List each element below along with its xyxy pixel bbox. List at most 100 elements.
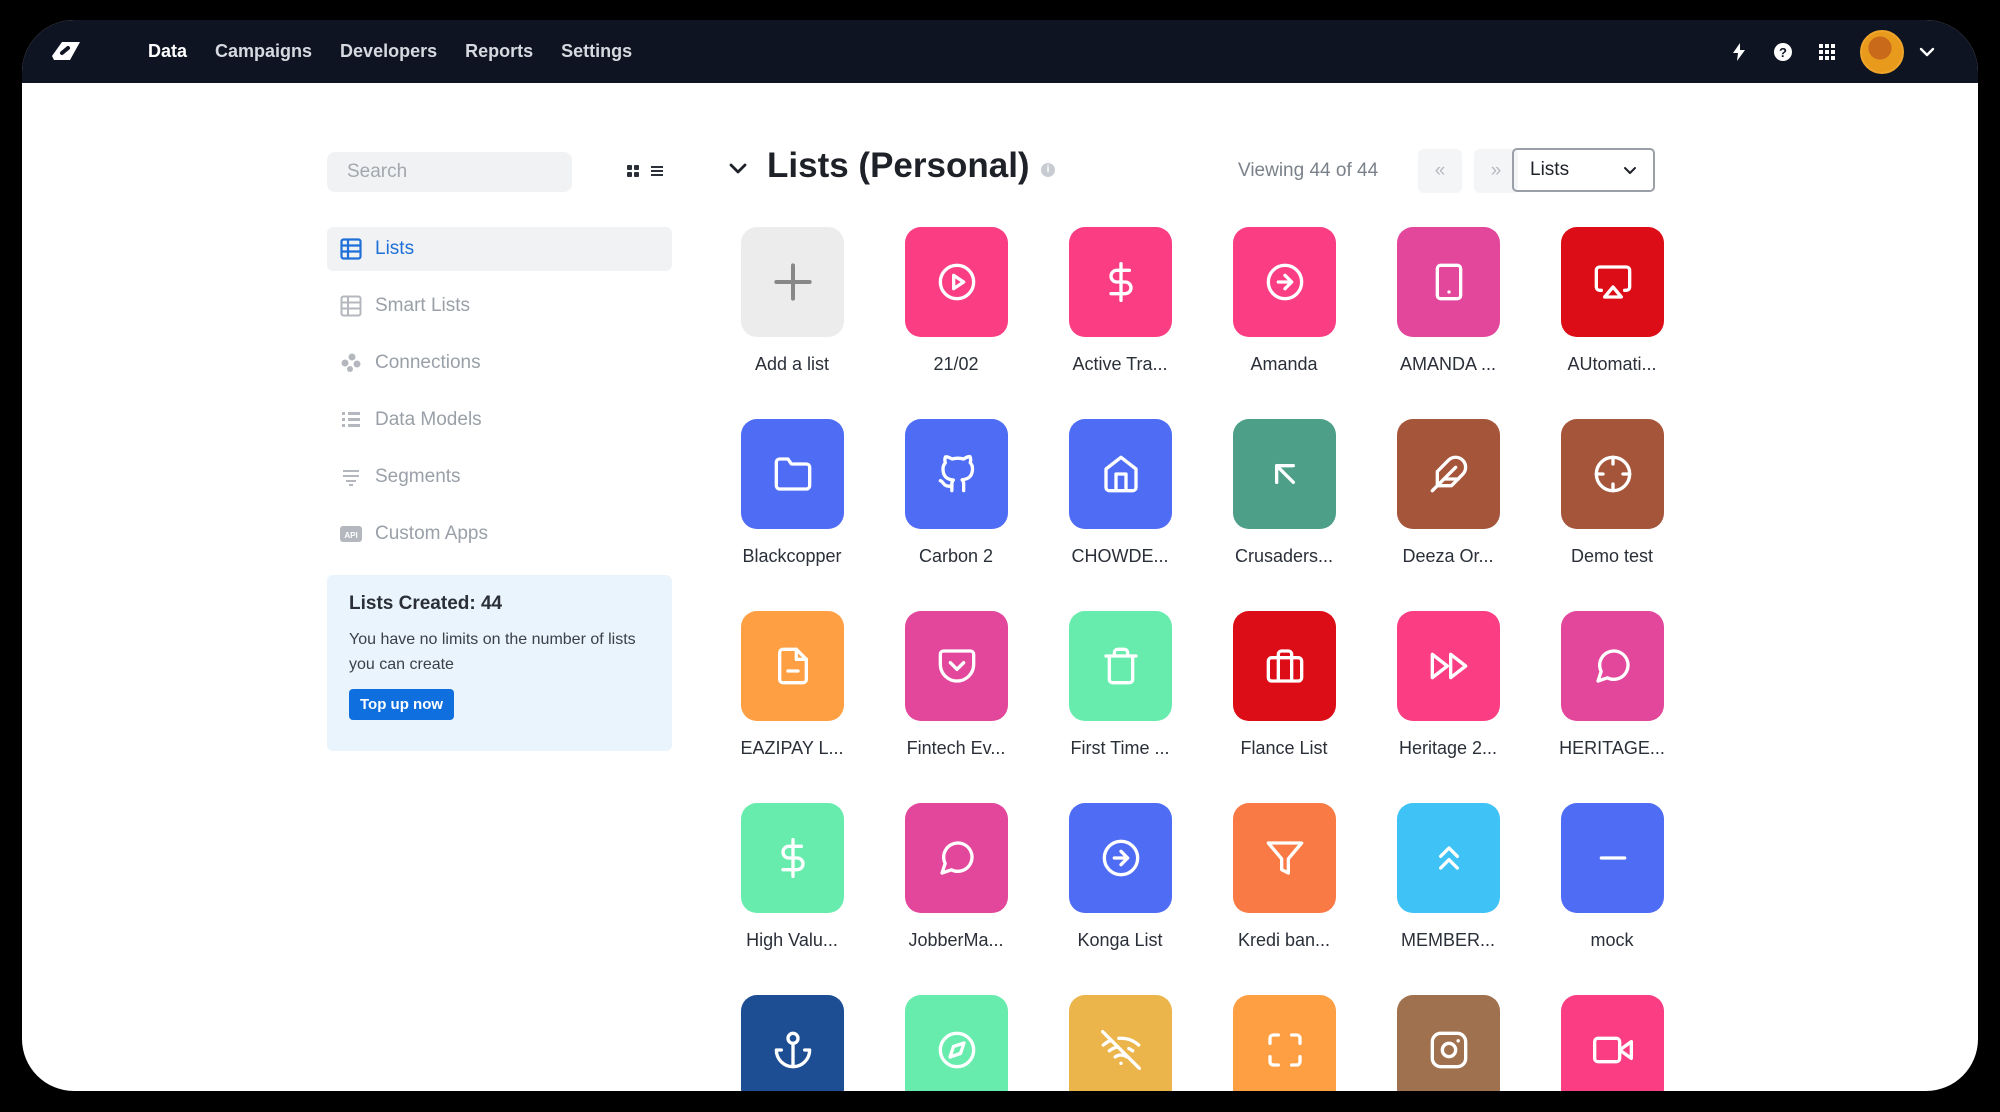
main-nav: Data Campaigns Developers Reports Settin… (148, 20, 632, 83)
list-tile[interactable] (1214, 995, 1354, 1091)
list-icon-box[interactable] (741, 419, 844, 529)
list-tile[interactable]: Flance List (1214, 611, 1354, 781)
list-tile[interactable]: JobberMa... (886, 803, 1026, 973)
list-tile[interactable]: Blackcopper (722, 419, 862, 589)
list-tile[interactable]: Amanda (1214, 227, 1354, 397)
message-circle-icon (939, 841, 974, 875)
list-tile[interactable]: Demo test (1542, 419, 1682, 589)
list-label: Blackcopper (742, 546, 842, 566)
list-icon-box[interactable] (1069, 227, 1172, 337)
list-icon-box[interactable] (1561, 995, 1664, 1091)
grid-view-icon[interactable] (626, 164, 640, 183)
list-icon-box[interactable] (905, 419, 1008, 529)
list-tile[interactable]: mock (1542, 803, 1682, 973)
arrow-right-circle-icon (1266, 263, 1303, 301)
list-tile[interactable]: AUtomati... (1542, 227, 1682, 397)
list-tile[interactable]: 21/02 (886, 227, 1026, 397)
list-icon-box[interactable] (1069, 803, 1172, 913)
list-icon-box[interactable] (905, 227, 1008, 337)
list-icon-box[interactable] (1397, 419, 1500, 529)
help-icon[interactable]: ? (1772, 41, 1794, 63)
maximize-icon (1267, 1033, 1302, 1067)
top-up-button[interactable]: Top up now (349, 689, 455, 720)
avatar[interactable] (1860, 29, 1904, 74)
topbar-actions: ? (1728, 20, 1938, 83)
list-tile[interactable] (886, 995, 1026, 1091)
table-icon (339, 294, 363, 318)
bolt-icon[interactable] (1728, 41, 1750, 63)
list-tile[interactable]: MEMBER... (1378, 803, 1518, 973)
list-icon-box[interactable] (905, 611, 1008, 721)
folder-icon (774, 457, 811, 491)
list-label: Konga List (1077, 930, 1163, 950)
chevron-down-icon[interactable] (1916, 41, 1938, 63)
nav-settings[interactable]: Settings (561, 41, 632, 62)
list-tile[interactable]: Deeza Or... (1378, 419, 1518, 589)
list-icon-box[interactable] (905, 803, 1008, 913)
list-tile[interactable] (1050, 995, 1190, 1091)
list-label: 21/02 (933, 354, 979, 374)
list-tile[interactable] (1378, 995, 1518, 1091)
list-icon-box[interactable] (1069, 995, 1172, 1091)
info-icon[interactable]: i (1041, 163, 1055, 177)
nav-reports[interactable]: Reports (465, 41, 533, 62)
list-icon-box[interactable] (1561, 419, 1664, 529)
list-view-icon[interactable] (650, 164, 664, 183)
filter-icon (1266, 841, 1303, 875)
list-icon-box[interactable] (1233, 611, 1336, 721)
list-icon-box[interactable] (1233, 227, 1336, 337)
list-icon-box[interactable] (1397, 227, 1500, 337)
list-icon-box[interactable] (1233, 419, 1336, 529)
list-icon-box[interactable] (1561, 611, 1664, 721)
nav-data[interactable]: Data (148, 41, 187, 62)
list-icon-box[interactable] (1233, 803, 1336, 913)
list-tile[interactable]: Crusaders... (1214, 419, 1354, 589)
minus-icon (1599, 856, 1626, 860)
sidebar-item-custom-apps[interactable]: API Custom Apps (327, 512, 672, 556)
add-list-tile[interactable]: Add a list (722, 227, 862, 397)
sidebar-item-data-models[interactable]: Data Models (327, 398, 672, 442)
list-icon-box[interactable] (1397, 611, 1500, 721)
list-tile[interactable]: AMANDA ... (1378, 227, 1518, 397)
card-text: You have no limits on the number of list… (349, 631, 636, 673)
nav-developers[interactable]: Developers (340, 41, 437, 62)
list-tile[interactable] (722, 995, 862, 1091)
list-type-select[interactable]: Lists (1512, 148, 1655, 192)
sidebar-item-connections[interactable]: Connections (327, 341, 672, 385)
list-tile[interactable]: High Valu... (722, 803, 862, 973)
prev-page-button[interactable]: « (1418, 149, 1462, 193)
logo[interactable] (48, 36, 84, 66)
list-label: Carbon 2 (918, 546, 994, 566)
list-icon-box[interactable] (905, 995, 1008, 1091)
list-icon-box[interactable] (741, 803, 844, 913)
list-icon-box[interactable] (1069, 611, 1172, 721)
list-tile[interactable]: First Time ... (1050, 611, 1190, 781)
nav-campaigns[interactable]: Campaigns (215, 41, 312, 62)
list-tile[interactable]: HERITAGE... (1542, 611, 1682, 781)
list-tile[interactable]: CHOWDE... (1050, 419, 1190, 589)
list-tile[interactable] (1542, 995, 1682, 1091)
list-icon-box[interactable] (741, 611, 844, 721)
list-tile[interactable]: Heritage 2... (1378, 611, 1518, 781)
sidebar-item-lists[interactable]: Lists (327, 227, 672, 271)
list-icon-box[interactable] (1397, 995, 1500, 1091)
sidebar-item-smart-lists[interactable]: Smart Lists (327, 284, 672, 328)
sidebar-item-label: Lists (375, 238, 415, 259)
list-tile[interactable]: Kredi ban... (1214, 803, 1354, 973)
collapse-chevron-icon[interactable] (728, 162, 748, 181)
list-tile[interactable]: Active Tra... (1050, 227, 1190, 397)
add-list-button[interactable] (741, 227, 844, 337)
list-tile[interactable]: EAZIPAY L... (722, 611, 862, 781)
search-input[interactable] (327, 152, 572, 192)
list-icon-box[interactable] (1397, 803, 1500, 913)
list-icon-box[interactable] (1561, 227, 1664, 337)
list-icon-box[interactable] (741, 995, 844, 1091)
list-tile[interactable]: Carbon 2 (886, 419, 1026, 589)
list-tile[interactable]: Konga List (1050, 803, 1190, 973)
list-tile[interactable]: Fintech Ev... (886, 611, 1026, 781)
list-icon-box[interactable] (1561, 803, 1664, 913)
list-icon-box[interactable] (1069, 419, 1172, 529)
sidebar-item-segments[interactable]: Segments (327, 455, 672, 499)
apps-grid-icon[interactable] (1816, 41, 1838, 63)
list-icon-box[interactable] (1233, 995, 1336, 1091)
